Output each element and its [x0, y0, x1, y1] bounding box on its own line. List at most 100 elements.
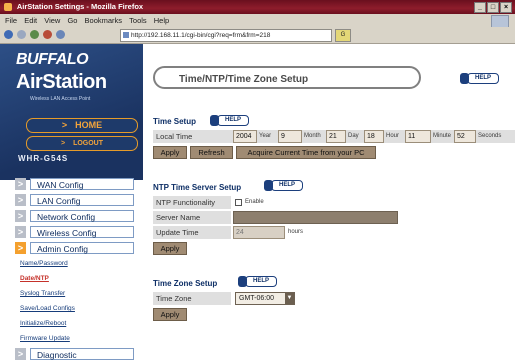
submenu-initialize-reboot[interactable]: Initialize/Reboot: [20, 320, 66, 327]
minute-input[interactable]: 11: [405, 130, 431, 143]
reload-icon[interactable]: [30, 30, 39, 39]
menu-label: Diagnostic: [37, 350, 77, 360]
ntp-enable-checkbox[interactable]: [235, 199, 242, 206]
expand-icon: >: [15, 210, 26, 222]
apply-time-button[interactable]: Apply: [153, 146, 187, 159]
menu-view[interactable]: View: [44, 16, 60, 25]
ntp-server-row: Server Name: [153, 211, 515, 224]
help-button-timezone[interactable]: HELP: [238, 276, 277, 287]
arrow-right-icon: >: [61, 120, 68, 130]
help-icon: [238, 276, 247, 287]
logout-button[interactable]: > LOGOUT: [26, 136, 138, 151]
timezone-select[interactable]: GMT-06:00 ▼: [235, 292, 295, 305]
menu-admin-config[interactable]: > Admin Config: [15, 242, 134, 254]
day-input[interactable]: 21: [326, 130, 346, 143]
apply-timezone-button[interactable]: Apply: [153, 308, 187, 321]
update-time-input[interactable]: 24: [233, 226, 285, 239]
section-title-time-setup: Time Setup: [153, 117, 196, 126]
menu-go[interactable]: Go: [67, 16, 77, 25]
timezone-row: Time Zone GMT-06:00 ▼: [153, 292, 515, 305]
menu-edit[interactable]: Edit: [24, 16, 37, 25]
buffalo-logo: BUFFALO: [16, 51, 89, 68]
home-button[interactable]: > HOME: [26, 118, 138, 133]
time-setup-buttons: Apply Refresh Acquire Current Time from …: [153, 146, 515, 159]
maximize-button[interactable]: □: [487, 2, 499, 13]
menu-wan-config[interactable]: > WAN Config: [15, 178, 134, 190]
expand-icon: >: [15, 242, 26, 254]
model-name: WHR-G54S: [18, 154, 69, 163]
expand-icon: >: [15, 178, 26, 190]
ntp-functionality-row: NTP Functionality Enable: [153, 196, 515, 209]
refresh-button[interactable]: Refresh: [190, 146, 233, 159]
close-button[interactable]: ×: [500, 2, 512, 13]
year-unit: Year: [259, 133, 272, 139]
logout-button-label: LOGOUT: [73, 140, 104, 147]
update-time-label: Update Time: [153, 226, 231, 239]
address-bar[interactable]: http://192.168.11.1/cgi-bin/cgi?req=frm&…: [120, 29, 332, 42]
address-url: http://192.168.11.1/cgi-bin/cgi?req=frm&…: [131, 32, 271, 39]
menu-label: Admin Config: [37, 244, 89, 254]
stop-icon[interactable]: [43, 30, 52, 39]
month-input[interactable]: 9: [278, 130, 302, 143]
timezone-value: GMT-06:00: [239, 295, 275, 302]
minute-unit: Minute: [433, 133, 452, 139]
hour-input[interactable]: 18: [364, 130, 384, 143]
expand-icon: >: [15, 226, 26, 238]
menu-lan-config[interactable]: > LAN Config: [15, 194, 134, 206]
forward-icon[interactable]: [17, 30, 26, 39]
submenu-name-password[interactable]: Name/Password: [20, 260, 68, 267]
submenu-date-ntp[interactable]: Date/NTP: [20, 275, 49, 282]
nav-toolbar: http://192.168.11.1/cgi-bin/cgi?req=frm&…: [0, 27, 515, 44]
second-unit: Seconds: [478, 133, 502, 139]
year-input[interactable]: 2004: [233, 130, 257, 143]
menu-diagnostic[interactable]: > Diagnostic: [15, 348, 134, 360]
menu-label: Network Config: [37, 212, 96, 222]
help-button-ntp[interactable]: HELP: [264, 180, 303, 191]
help-label: HELP: [224, 117, 241, 123]
hour-unit: Hour: [386, 133, 400, 139]
ntp-functionality-label: NTP Functionality: [153, 196, 231, 209]
menu-file[interactable]: File: [5, 16, 17, 25]
menu-help[interactable]: Help: [154, 16, 169, 25]
help-button-time-setup[interactable]: HELP: [210, 115, 249, 126]
go-button[interactable]: G: [335, 29, 351, 42]
browser-window: AirStation Settings - Mozilla Firefox _ …: [0, 0, 515, 363]
help-icon: [460, 73, 469, 84]
expand-icon: >: [15, 194, 26, 206]
update-time-unit: hours: [288, 229, 304, 235]
home-icon[interactable]: [56, 30, 65, 39]
menu-label: WAN Config: [37, 180, 84, 190]
submenu-firmware-update[interactable]: Firmware Update: [20, 335, 70, 342]
menu-tools[interactable]: Tools: [129, 16, 147, 25]
menu-bookmarks[interactable]: Bookmarks: [85, 16, 123, 25]
dropdown-arrow-icon: ▼: [285, 293, 294, 304]
menu-network-config[interactable]: > Network Config: [15, 210, 134, 222]
airstation-logo: AirStation: [16, 71, 107, 93]
submenu-save-load-configs[interactable]: Save/Load Configs: [20, 305, 75, 312]
ntp-update-row: Update Time 24 hours: [153, 226, 515, 239]
brand-panel: BUFFALO AirStation Wireless LAN Access P…: [0, 44, 143, 180]
help-label: HELP: [474, 75, 491, 81]
back-icon[interactable]: [4, 30, 13, 39]
second-input[interactable]: 52: [454, 130, 476, 143]
month-unit: Month: [304, 133, 321, 139]
menu-label: Wireless Config: [37, 228, 97, 238]
arrow-right-icon: >: [60, 140, 66, 147]
sidebar: BUFFALO AirStation Wireless LAN Access P…: [0, 44, 143, 363]
submenu-syslog-transfer[interactable]: Syslog Transfer: [20, 290, 65, 297]
product-tagline: Wireless LAN Access Point: [30, 96, 91, 102]
page-icon: [123, 32, 129, 38]
timezone-buttons: Apply: [153, 308, 515, 321]
section-title-timezone: Time Zone Setup: [153, 279, 218, 288]
apply-ntp-button[interactable]: Apply: [153, 242, 187, 255]
menu-label: LAN Config: [37, 196, 81, 206]
server-name-input[interactable]: [233, 211, 398, 224]
help-button[interactable]: HELP: [460, 73, 499, 84]
minimize-button[interactable]: _: [474, 2, 486, 13]
window-controls: _ □ ×: [474, 2, 512, 13]
help-icon: [210, 115, 219, 126]
acquire-time-button[interactable]: Acquire Current Time from your PC: [236, 146, 376, 159]
timezone-label: Time Zone: [153, 292, 231, 305]
menu-wireless-config[interactable]: > Wireless Config: [15, 226, 134, 238]
server-name-label: Server Name: [153, 211, 231, 224]
